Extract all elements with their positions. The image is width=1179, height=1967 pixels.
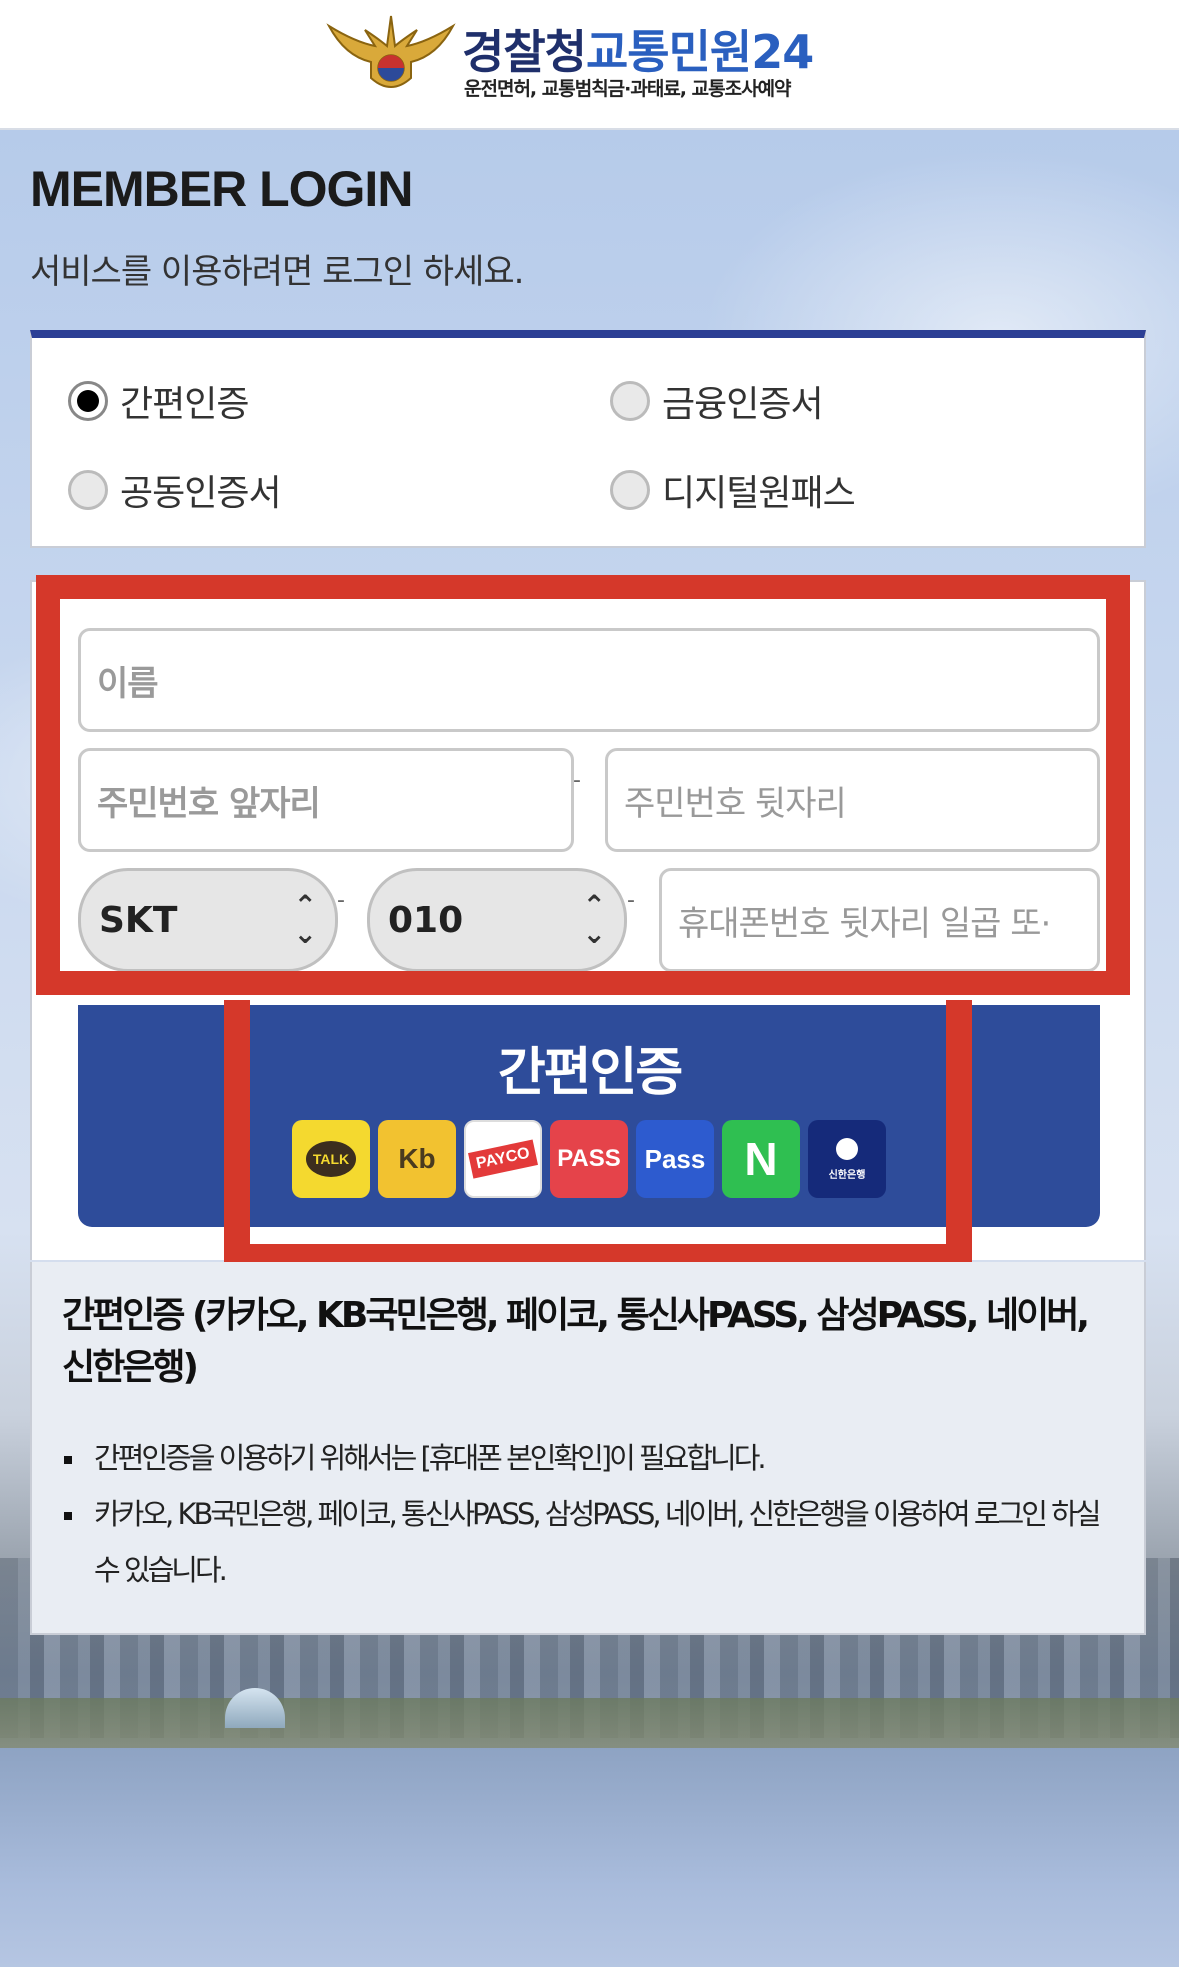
site-header: 경찰청교통민원24 운전면허, 교통범칙금·과태료, 교통조사예약 (0, 0, 1179, 130)
updown-chevron-icon: ⌃ ⌄ (293, 889, 317, 950)
auth-option-simple[interactable]: 간편인증 (68, 375, 249, 427)
phone-prefix-select[interactable]: 010 ⌃ ⌄ (367, 868, 627, 972)
page-title: MEMBER LOGIN (30, 161, 413, 217)
radio-button[interactable] (68, 470, 108, 510)
samsung-pass-icon: Pass (636, 1120, 714, 1198)
title-agency: 경찰청 (462, 25, 587, 79)
radio-button-checked[interactable] (68, 381, 108, 421)
phone-prefix-value: 010 (388, 899, 464, 941)
kakao-icon: TALK (292, 1120, 370, 1198)
auth-option-joint-cert[interactable]: 공동인증서 (68, 464, 282, 516)
auth-option-label: 디지털원패스 (662, 473, 856, 514)
radio-button[interactable] (610, 470, 650, 510)
police-emblem-icon (326, 15, 456, 88)
separator: - (573, 768, 581, 793)
auth-option-label: 간편인증 (120, 384, 249, 425)
auth-option-digital-onepass[interactable]: 디지털원패스 (610, 464, 856, 516)
separator: - (337, 888, 345, 913)
updown-chevron-icon: ⌃ ⌄ (582, 889, 606, 950)
rrn-front-input[interactable]: 주민번호 앞자리 (78, 748, 574, 852)
simple-auth-button-label: 간편인증 (497, 1043, 683, 1103)
naver-icon: N (722, 1120, 800, 1198)
phone-number-input[interactable]: 휴대폰번호 뒷자리 일곱 또· (659, 868, 1100, 972)
description-title: 간편인증 (카카오, KB국민은행, 페이코, 통신사PASS, 삼성PASS,… (62, 1295, 1090, 1388)
name-input[interactable]: 이름 (78, 628, 1100, 732)
carrier-value: SKT (99, 899, 178, 941)
radio-button[interactable] (610, 381, 650, 421)
carrier-select[interactable]: SKT ⌃ ⌄ (78, 868, 338, 972)
site-title[interactable]: 경찰청교통민원24 (462, 16, 814, 82)
site-subtitle: 운전면허, 교통범칙금·과태료, 교통조사예약 (464, 78, 792, 100)
description-list: 간편인증을 이용하기 위해서는 [휴대폰 본인확인]이 필요합니다. 카카오, … (62, 1430, 1112, 1598)
auth-option-label: 금융인증서 (662, 384, 824, 425)
list-item: 간편인증을 이용하기 위해서는 [휴대폰 본인확인]이 필요합니다. (62, 1430, 1112, 1486)
auth-option-label: 공동인증서 (120, 473, 282, 514)
pass-icon: PASS (550, 1120, 628, 1198)
kb-icon: Kb (378, 1120, 456, 1198)
rrn-back-input[interactable]: 주민번호 뒷자리 (605, 748, 1100, 852)
page-subtitle: 서비스를 이용하려면 로그인 하세요. (30, 252, 524, 292)
auth-provider-icons: TALK Kb PAYCO PASS Pass N 신한은행 (292, 1120, 886, 1198)
payco-icon: PAYCO (464, 1120, 542, 1198)
auth-option-financial-cert[interactable]: 금융인증서 (610, 375, 824, 427)
river (0, 1748, 1179, 1967)
shinhan-icon: 신한은행 (808, 1120, 886, 1198)
separator: - (627, 888, 635, 913)
list-item: 카카오, KB국민은행, 페이코, 통신사PASS, 삼성PASS, 네이버, … (62, 1486, 1112, 1598)
title-service: 교통민원24 (585, 25, 814, 79)
